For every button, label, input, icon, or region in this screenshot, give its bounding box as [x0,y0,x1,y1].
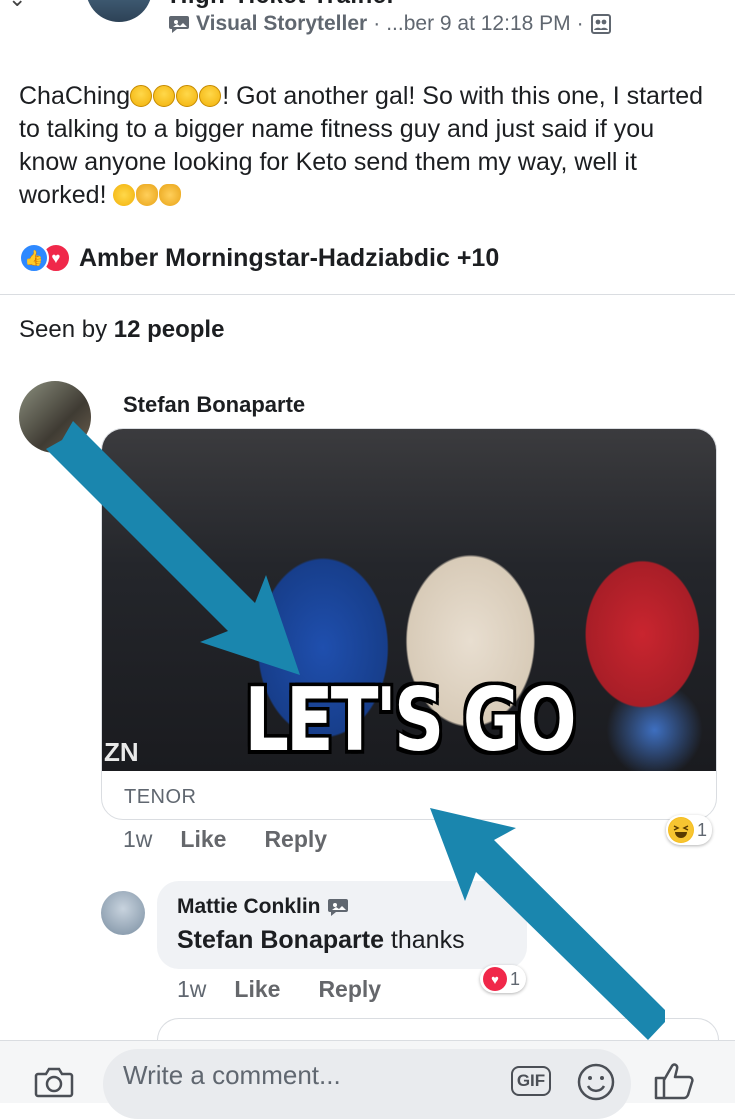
post-body: ChaChing! Got another gal! So with this … [19,80,719,212]
reaction-count: 1 [510,968,521,989]
emoji-icon[interactable] [576,1062,616,1102]
comment-author-name[interactable]: Mattie Conklin [177,895,321,919]
weary-cat-emoji-icon [136,184,159,206]
comment-actions: 1w Like Reply [177,976,419,1003]
money-mouth-emoji-icon [199,85,222,107]
reaction-count: 1 [697,819,708,840]
like-reaction-icon: 👍 [19,243,49,273]
comment-author[interactable]: Stefan Bonaparte [123,392,305,418]
avatar[interactable] [19,381,91,453]
post-text-start: ChaChing [19,82,131,110]
gif-source[interactable]: TENOR [124,786,197,809]
visual-storyteller-icon [327,899,348,916]
comment-text: Stefan Bonaparte thanks [177,926,465,955]
post-meta: Visual Storyteller · ...ber 9 at 12:18 P… [168,12,612,36]
visual-storyteller-icon [169,16,189,33]
haha-reaction-icon [668,817,694,843]
reply-button[interactable]: Reply [264,826,327,853]
like-button[interactable]: Like [234,976,280,1003]
comment-author[interactable]: Mattie Conklin [177,895,349,919]
money-mouth-emoji-icon [130,85,153,107]
meta-separator: · [373,12,381,35]
divider [0,294,735,295]
reactions-names: Amber Morningstar-Hadziabdic +10 [79,243,500,272]
gif-watermark: ZN [104,737,139,767]
comment-time[interactable]: 1w [177,976,206,1003]
comment-time[interactable]: 1w [123,826,152,853]
meta-separator: · [576,12,584,35]
comment-actions: 1w Like Reply [123,826,365,853]
gif-image[interactable]: LET'S GO ZN [102,429,716,771]
author-badge: Visual Storyteller [196,12,368,35]
seen-prefix: Seen by [19,316,114,343]
thumbs-up-icon[interactable] [653,1061,697,1101]
avatar[interactable] [101,891,145,935]
weary-cat-emoji-icon [159,184,182,206]
comment-reaction-badge[interactable]: ♥ 1 [480,965,527,993]
rofl-emoji-icon [109,180,140,210]
mention[interactable]: Stefan Bonaparte [177,926,384,954]
seen-count: 12 people [113,316,225,343]
money-mouth-emoji-icon [176,85,199,107]
post-timestamp[interactable]: ...ber 9 at 12:18 PM [386,12,570,36]
money-mouth-emoji-icon [153,85,176,107]
gif-attachment[interactable]: LET'S GO ZN TENOR [101,428,717,820]
group-name[interactable]: High-Ticket Trainer [170,0,396,10]
group-avatar[interactable] [86,0,152,22]
comment-input[interactable] [103,1049,631,1119]
camera-icon[interactable] [34,1066,74,1098]
chevron-down-icon[interactable]: ⌄ [8,0,26,12]
comment-reaction-badge[interactable]: 1 [666,815,713,845]
reply-button[interactable]: Reply [318,976,381,1003]
love-reaction-icon: ♥ [483,967,507,991]
group-privacy-icon [590,14,611,34]
like-button[interactable]: Like [180,826,226,853]
comment-text-body: thanks [383,926,465,954]
gif-icon[interactable]: GIF [511,1066,551,1096]
seen-by[interactable]: Seen by 12 people [19,316,224,344]
gif-caption: LET'S GO [244,668,576,772]
reactions-summary[interactable]: 👍 ♥ Amber Morningstar-Hadziabdic +10 [19,243,499,273]
